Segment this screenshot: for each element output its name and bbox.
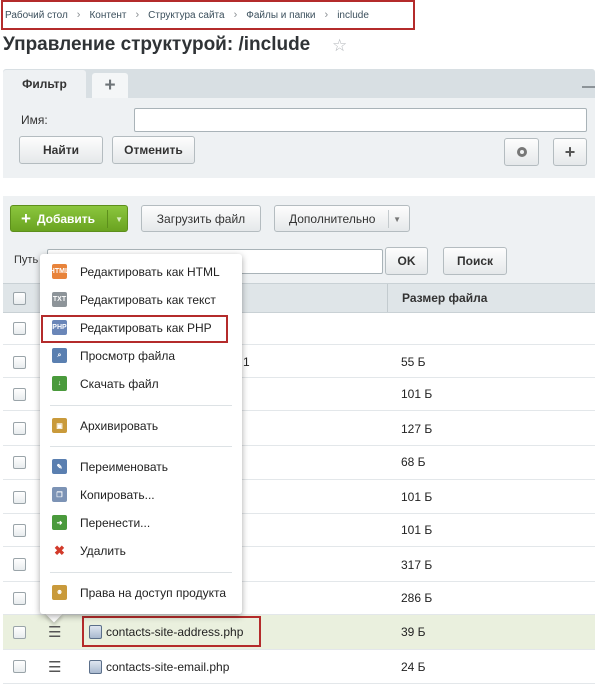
selected-file-highlight xyxy=(82,616,261,647)
find-button[interactable]: Найти xyxy=(19,136,103,164)
menu-item-delete[interactable]: ✖ Удалить xyxy=(40,540,242,562)
breadcrumb-separator-icon: › xyxy=(324,9,329,21)
favorite-star-icon[interactable]: ☆ xyxy=(332,36,347,56)
php-file-icon xyxy=(89,660,102,674)
file-size: 39 Б xyxy=(401,625,426,639)
file-size: 317 Б xyxy=(401,558,433,572)
view-file-icon: ⌕ xyxy=(52,348,67,363)
cancel-button[interactable]: Отменить xyxy=(112,136,195,164)
path-label: Путь xyxy=(14,254,39,266)
more-actions-button[interactable]: Дополнительно ▼ xyxy=(274,205,410,232)
context-menu: HTML Редактировать как HTML TXT Редактир… xyxy=(40,254,242,614)
column-header-file-size[interactable]: Размер файла xyxy=(402,291,487,305)
menu-divider xyxy=(50,572,232,573)
row-checkbox[interactable] xyxy=(13,422,26,435)
page-title: Управление структурой: /include xyxy=(3,34,311,55)
access-rights-icon: ☻ xyxy=(52,585,67,600)
row-checkbox[interactable] xyxy=(13,491,26,504)
breadcrumb: Рабочий стол › Контент › Структура сайта… xyxy=(1,0,415,30)
select-all-checkbox[interactable] xyxy=(13,292,26,305)
menu-item-download-file[interactable]: ↓ Скачать файл xyxy=(40,373,242,395)
row-checkbox[interactable] xyxy=(13,660,26,673)
breadcrumb-separator-icon: › xyxy=(135,9,140,21)
file-size: 68 Б xyxy=(401,455,426,469)
file-name[interactable]: contacts-site-email.php xyxy=(106,660,229,674)
row-checkbox[interactable] xyxy=(13,322,26,335)
add-filter-tab-icon[interactable]: + xyxy=(92,73,128,98)
file-size: 101 Б xyxy=(401,387,433,401)
archive-icon: ▣ xyxy=(52,418,67,433)
chevron-down-icon[interactable]: ▼ xyxy=(115,215,123,224)
row-checkbox[interactable] xyxy=(13,524,26,537)
table-row[interactable]: ☰ contacts-site-email.php 24 Б xyxy=(3,650,595,684)
row-checkbox[interactable] xyxy=(13,356,26,369)
edit-text-icon: TXT xyxy=(52,292,67,307)
row-checkbox[interactable] xyxy=(13,456,26,469)
file-size: 127 Б xyxy=(401,422,433,436)
download-file-icon: ↓ xyxy=(52,376,67,391)
ok-button[interactable]: OK xyxy=(385,247,428,275)
row-actions-menu-icon[interactable]: ☰ xyxy=(48,623,61,641)
file-name-fragment[interactable]: 1 xyxy=(243,355,250,369)
file-size: 286 Б xyxy=(401,591,433,605)
menu-item-access-rights[interactable]: ☻ Права на доступ продукта xyxy=(40,582,242,604)
breadcrumb-separator-icon: › xyxy=(76,9,81,21)
menu-item-archive[interactable]: ▣ Архивировать xyxy=(40,415,242,437)
more-actions-label: Дополнительно xyxy=(289,211,376,226)
breadcrumb-item-include: include xyxy=(337,9,369,21)
rename-icon: ✎ xyxy=(52,459,67,474)
row-actions-menu-icon[interactable]: ☰ xyxy=(48,658,61,676)
add-button[interactable]: + Добавить ▼ xyxy=(10,205,128,232)
menu-item-copy[interactable]: ❐ Копировать... xyxy=(40,484,242,506)
filter-settings-button[interactable] xyxy=(504,138,539,166)
delete-icon: ✖ xyxy=(54,542,65,558)
search-button[interactable]: Поиск xyxy=(443,247,507,275)
gear-icon xyxy=(516,147,527,157)
add-filter-field-button[interactable]: + xyxy=(553,138,587,166)
copy-icon: ❐ xyxy=(52,487,67,502)
breadcrumb-item-files-folders[interactable]: Файлы и папки xyxy=(246,10,315,21)
row-checkbox[interactable] xyxy=(13,592,26,605)
file-size: 24 Б xyxy=(401,660,426,674)
more-actions-divider xyxy=(388,210,389,228)
menu-divider xyxy=(50,405,232,406)
name-label: Имя: xyxy=(21,113,48,127)
menu-item-move[interactable]: ➜ Перенести... xyxy=(40,512,242,534)
file-size: 101 Б xyxy=(401,490,433,504)
breadcrumb-item-desktop[interactable]: Рабочий стол xyxy=(5,10,68,21)
breadcrumb-separator-icon: › xyxy=(233,9,238,21)
edit-html-icon: HTML xyxy=(50,264,69,279)
breadcrumb-item-site-structure[interactable]: Структура сайта xyxy=(148,10,224,21)
add-button-divider xyxy=(107,210,108,228)
menu-item-edit-html[interactable]: HTML Редактировать как HTML xyxy=(40,261,242,283)
add-button-label: Добавить xyxy=(36,211,96,226)
name-input[interactable] xyxy=(134,108,587,132)
menu-item-view-file[interactable]: ⌕ Просмотр файла xyxy=(40,345,242,367)
breadcrumb-item-content[interactable]: Контент xyxy=(89,10,126,21)
row-checkbox[interactable] xyxy=(13,626,26,639)
row-checkbox[interactable] xyxy=(13,388,26,401)
menu-item-edit-text[interactable]: TXT Редактировать как текст xyxy=(40,289,242,311)
edit-php-highlight xyxy=(41,315,228,343)
chevron-down-icon[interactable]: ▼ xyxy=(393,215,401,224)
row-checkbox[interactable] xyxy=(13,558,26,571)
plus-icon: + xyxy=(21,208,31,228)
menu-divider xyxy=(50,446,232,447)
menu-item-rename[interactable]: ✎ Переименовать xyxy=(40,456,242,478)
move-icon: ➜ xyxy=(52,515,67,530)
minimize-filter-icon[interactable] xyxy=(582,86,595,88)
tab-filter[interactable]: Фильтр xyxy=(3,70,86,98)
upload-file-button[interactable]: Загрузить файл xyxy=(141,205,261,232)
file-size: 55 Б xyxy=(401,355,426,369)
file-size: 101 Б xyxy=(401,523,433,537)
